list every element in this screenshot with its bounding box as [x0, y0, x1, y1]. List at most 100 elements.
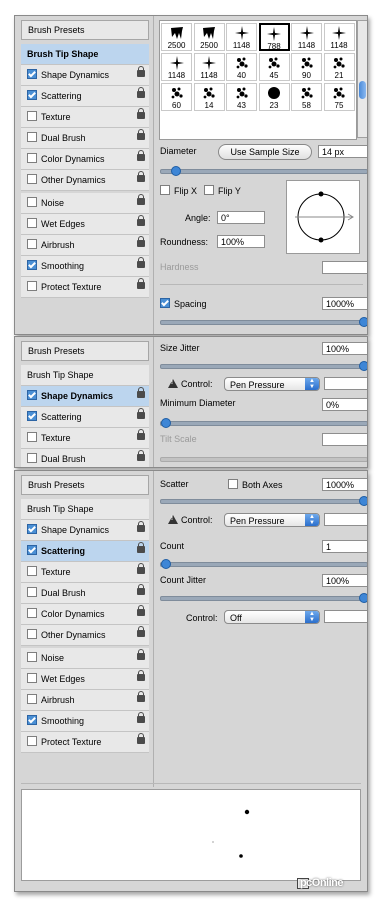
sidebar-item-brush-tip-shape[interactable]: Brush Tip Shape: [21, 44, 149, 65]
lock-icon[interactable]: [137, 408, 145, 419]
brush-tip-cell[interactable]: 788: [258, 23, 290, 51]
brush-tip-cell[interactable]: 40: [226, 53, 257, 81]
texture-checkbox[interactable]: [27, 111, 37, 121]
scatter-field[interactable]: 1000%: [322, 478, 367, 491]
count-jitter-field[interactable]: 100%: [322, 574, 367, 587]
lock-icon[interactable]: [137, 194, 145, 205]
flip-x-control[interactable]: Flip X: [160, 185, 197, 196]
brush-presets-header[interactable]: Brush Presets: [21, 20, 149, 40]
other-dynamics-checkbox[interactable]: [27, 174, 37, 184]
brush-tip-cell[interactable]: 60: [161, 83, 192, 111]
sidebar-item-texture[interactable]: Texture: [21, 428, 149, 449]
scattering-checkbox[interactable]: [27, 545, 37, 555]
min-diameter-slider-knob[interactable]: [161, 418, 171, 428]
scattering-checkbox[interactable]: [27, 411, 37, 421]
airbrush-checkbox[interactable]: [27, 694, 37, 704]
sidebar-item-airbrush[interactable]: Airbrush: [21, 690, 149, 711]
airbrush-checkbox[interactable]: [27, 239, 37, 249]
dual-brush-checkbox[interactable]: [27, 587, 37, 597]
sidebar-item-protect-texture[interactable]: Protect Texture: [21, 732, 149, 753]
sidebar-item-wet-edges[interactable]: Wet Edges: [21, 214, 149, 235]
angle-roundness-preview[interactable]: [286, 180, 360, 254]
size-jitter-field[interactable]: 100%: [322, 342, 367, 355]
sidebar-item-airbrush[interactable]: Airbrush: [21, 235, 149, 256]
brush-tip-cell[interactable]: 45: [258, 53, 290, 81]
lock-icon[interactable]: [137, 563, 145, 574]
protect-texture-checkbox[interactable]: [27, 281, 37, 291]
lock-icon[interactable]: [137, 542, 145, 553]
sidebar-item-brush-tip-shape[interactable]: Brush Tip Shape: [21, 499, 149, 520]
sidebar-item-scattering[interactable]: Scattering: [21, 86, 149, 107]
lock-icon[interactable]: [137, 733, 145, 744]
sidebar-item-smoothing[interactable]: Smoothing: [21, 256, 149, 277]
count-slider-knob[interactable]: [161, 559, 171, 569]
control-select[interactable]: Pen Pressure ▲ ▼: [224, 377, 320, 391]
lock-icon[interactable]: [137, 670, 145, 681]
wet-edges-checkbox[interactable]: [27, 218, 37, 228]
brush-tip-cell[interactable]: 43: [226, 83, 257, 111]
brush-tip-cell[interactable]: 2500: [193, 23, 225, 51]
brush-tip-cell[interactable]: 2500: [161, 23, 192, 51]
other-dynamics-checkbox[interactable]: [27, 629, 37, 639]
min-diameter-field[interactable]: 0%: [322, 398, 367, 411]
count-slider[interactable]: [160, 559, 367, 569]
lock-icon[interactable]: [137, 215, 145, 226]
lock-icon[interactable]: [137, 236, 145, 247]
sidebar-item-dual-brush[interactable]: Dual Brush: [21, 449, 149, 467]
sidebar-item-noise[interactable]: Noise: [21, 193, 149, 214]
count-jitter-slider[interactable]: [160, 593, 367, 603]
lock-icon[interactable]: [137, 278, 145, 289]
spacing-slider[interactable]: [160, 317, 367, 327]
lock-icon[interactable]: [137, 521, 145, 532]
sidebar-item-color-dynamics[interactable]: Color Dynamics: [21, 604, 149, 625]
color-dynamics-checkbox[interactable]: [27, 153, 37, 163]
spacing-control[interactable]: Spacing: [160, 298, 207, 309]
color-dynamics-checkbox[interactable]: [27, 608, 37, 618]
sidebar-item-dual-brush[interactable]: Dual Brush: [21, 583, 149, 604]
control-extra-field[interactable]: [324, 513, 367, 526]
count-field[interactable]: 1: [322, 540, 367, 553]
brush-tip-cell[interactable]: 1148: [323, 23, 355, 51]
sidebar-item-shape-dynamics[interactable]: Shape Dynamics: [21, 520, 149, 541]
tilt-scale-field[interactable]: [322, 433, 367, 446]
texture-checkbox[interactable]: [27, 432, 37, 442]
diameter-slider[interactable]: [160, 166, 367, 176]
spacing-slider-knob[interactable]: [359, 317, 367, 327]
lock-icon[interactable]: [137, 584, 145, 595]
sidebar-item-noise[interactable]: Noise: [21, 648, 149, 669]
lock-icon[interactable]: [137, 129, 145, 140]
size-jitter-slider-knob[interactable]: [359, 361, 367, 371]
both-axes-control[interactable]: Both Axes: [228, 479, 283, 490]
scatter-slider[interactable]: [160, 496, 367, 506]
lock-icon[interactable]: [137, 387, 145, 398]
sidebar-item-color-dynamics[interactable]: Color Dynamics: [21, 149, 149, 170]
shape-dynamics-checkbox[interactable]: [27, 524, 37, 534]
sidebar-item-dual-brush[interactable]: Dual Brush: [21, 128, 149, 149]
flip-y-checkbox[interactable]: [204, 185, 214, 195]
sidebar-item-wet-edges[interactable]: Wet Edges: [21, 669, 149, 690]
sidebar-item-shape-dynamics[interactable]: Shape Dynamics: [21, 65, 149, 86]
brush-tip-cell[interactable]: 14: [193, 83, 225, 111]
dual-brush-checkbox[interactable]: [27, 453, 37, 463]
scatter-slider-knob[interactable]: [359, 496, 367, 506]
control-extra-field[interactable]: [324, 377, 367, 390]
brush-tip-grid[interactable]: 2500 2500 1148 788 1148 1148 1148 1148 40 45 90 21 6…: [159, 20, 357, 140]
roundness-field[interactable]: 100%: [217, 235, 265, 248]
lock-icon[interactable]: [137, 171, 145, 182]
min-diameter-slider[interactable]: [160, 418, 367, 428]
noise-checkbox[interactable]: [27, 652, 37, 662]
brush-presets-header[interactable]: Brush Presets: [21, 475, 149, 495]
lock-icon[interactable]: [137, 150, 145, 161]
lock-icon[interactable]: [137, 626, 145, 637]
size-jitter-slider[interactable]: [160, 361, 367, 371]
spacing-checkbox[interactable]: [160, 298, 170, 308]
sidebar-item-scattering[interactable]: Scattering: [21, 541, 149, 562]
texture-checkbox[interactable]: [27, 566, 37, 576]
sidebar-item-other-dynamics[interactable]: Other Dynamics: [21, 625, 149, 646]
lock-icon[interactable]: [137, 691, 145, 702]
sidebar-item-brush-tip-shape[interactable]: Brush Tip Shape: [21, 365, 149, 386]
control2-extra-field[interactable]: [324, 610, 367, 623]
sidebar-item-smoothing[interactable]: Smoothing: [21, 711, 149, 732]
dual-brush-checkbox[interactable]: [27, 132, 37, 142]
sidebar-item-other-dynamics[interactable]: Other Dynamics: [21, 170, 149, 191]
